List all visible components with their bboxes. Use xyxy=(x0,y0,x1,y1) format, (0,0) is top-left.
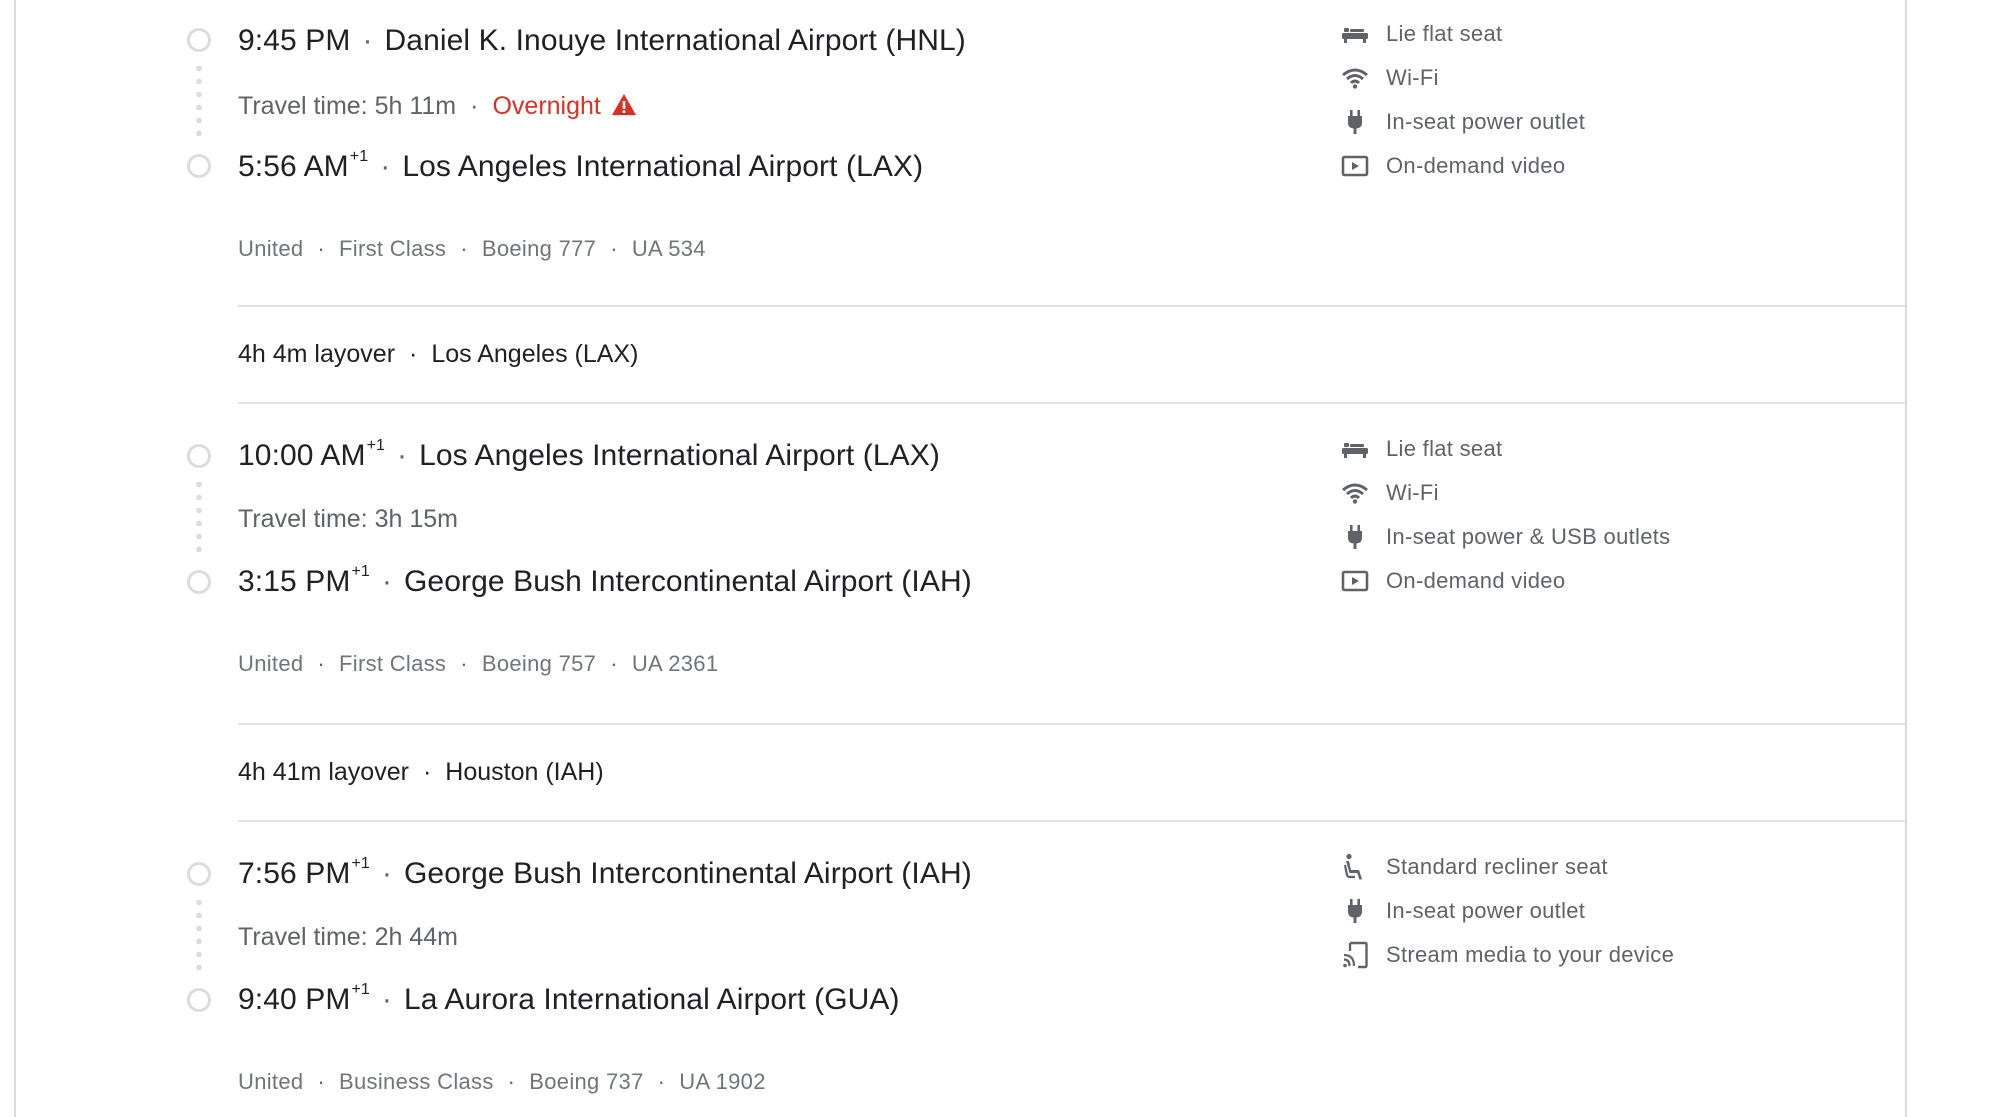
segment-timeline xyxy=(187,28,211,178)
layover-duration: 4h 41m layover xyxy=(238,758,409,786)
departure-time: 9:45 PM xyxy=(238,24,351,57)
recliner-seat-icon xyxy=(1340,852,1370,882)
layover-location: Houston (IAH) xyxy=(445,758,604,786)
on-demand-video-icon xyxy=(1340,151,1370,181)
flight-number: UA 534 xyxy=(631,236,706,261)
amenity-item: Wi-Fi xyxy=(1340,63,1439,93)
departure-row: 7:56 PM+1 · George Bush Intercontinental… xyxy=(238,855,972,890)
stream-media-icon xyxy=(1340,940,1370,970)
layover-location: Los Angeles (LAX) xyxy=(431,340,639,368)
cabin-class: First Class xyxy=(339,236,447,261)
segment-timeline xyxy=(187,862,211,1012)
amenity-label: Stream media to your device xyxy=(1386,942,1675,967)
amenity-item: Standard recliner seat xyxy=(1340,852,1608,882)
travel-time-row: Travel time: 3h 15m xyxy=(238,505,458,534)
timeline-dots xyxy=(196,62,202,142)
airline-name: United xyxy=(238,236,304,261)
arrival-marker xyxy=(187,154,211,178)
timeline-dots xyxy=(196,896,202,976)
lie-flat-seat-icon xyxy=(1340,434,1370,464)
airline-name: United xyxy=(238,651,304,676)
departure-marker xyxy=(187,444,211,468)
aircraft-type: Boeing 777 xyxy=(481,236,597,261)
amenity-item: On-demand video xyxy=(1340,151,1565,181)
departure-row: 10:00 AM+1 · Los Angeles International A… xyxy=(238,437,940,472)
flight-number: UA 2361 xyxy=(631,651,719,676)
amenity-item: On-demand video xyxy=(1340,566,1565,596)
segment-timeline xyxy=(187,444,211,594)
travel-time-row: Travel time: 5h 11m · Overnight xyxy=(238,90,637,121)
amenity-label: Lie flat seat xyxy=(1386,436,1503,461)
arrival-row: 9:40 PM+1 · La Aurora International Airp… xyxy=(238,981,900,1016)
amenity-item: In-seat power outlet xyxy=(1340,107,1585,137)
wifi-icon xyxy=(1340,478,1370,508)
airline-name: United xyxy=(238,1069,304,1094)
layover-duration: 4h 4m layover xyxy=(238,340,396,368)
flight-info-row: United · First Class · Boeing 777 · UA 5… xyxy=(238,236,706,261)
arrival-time: 5:56 AM+1 xyxy=(238,148,369,183)
timeline-dots xyxy=(196,478,202,558)
arrival-marker xyxy=(187,988,211,1012)
departure-time: 7:56 PM+1 xyxy=(238,855,370,890)
cabin-class: Business Class xyxy=(339,1069,494,1094)
amenity-label: On-demand video xyxy=(1386,568,1566,593)
flight-number: UA 1902 xyxy=(679,1069,766,1094)
amenity-label: In-seat power outlet xyxy=(1386,109,1586,134)
amenity-item: Lie flat seat xyxy=(1340,19,1502,49)
amenity-item: Wi-Fi xyxy=(1340,478,1439,508)
layover-1: 4h 4m layover · Los Angeles (LAX) xyxy=(238,305,1905,404)
amenity-label: In-seat power & USB outlets xyxy=(1386,524,1671,549)
travel-time: Travel time: 3h 15m xyxy=(238,505,458,533)
travel-time-row: Travel time: 2h 44m xyxy=(238,923,458,952)
overnight-label: Overnight xyxy=(492,92,601,120)
travel-time: Travel time: 2h 44m xyxy=(238,923,458,951)
amenity-label: On-demand video xyxy=(1386,153,1566,178)
flight-info-row: United · First Class · Boeing 757 · UA 2… xyxy=(238,651,719,676)
arrival-airport: George Bush Intercontinental Airport (IA… xyxy=(403,565,972,598)
travel-time: Travel time: 5h 11m xyxy=(238,92,457,120)
warning-icon xyxy=(611,93,637,124)
on-demand-video-icon xyxy=(1340,566,1370,596)
layover-2: 4h 41m layover · Houston (IAH) xyxy=(238,723,1905,822)
departure-airport: Los Angeles International Airport (LAX) xyxy=(419,439,940,472)
departure-airport: Daniel K. Inouye International Airport (… xyxy=(384,24,966,57)
arrival-row: 5:56 AM+1 · Los Angeles International Ai… xyxy=(238,148,924,183)
wifi-icon xyxy=(1340,63,1370,93)
power-outlet-icon xyxy=(1340,107,1370,137)
amenity-item: In-seat power & USB outlets xyxy=(1340,522,1670,552)
power-outlet-icon xyxy=(1340,896,1370,926)
departure-airport: George Bush Intercontinental Airport (IA… xyxy=(403,857,972,890)
departure-row: 9:45 PM · Daniel K. Inouye International… xyxy=(238,24,966,57)
amenity-label: In-seat power outlet xyxy=(1386,898,1586,923)
amenity-label: Wi-Fi xyxy=(1386,480,1439,505)
departure-marker xyxy=(187,862,211,886)
arrival-time: 9:40 PM+1 xyxy=(238,981,370,1016)
arrival-row: 3:15 PM+1 · George Bush Intercontinental… xyxy=(238,563,972,598)
aircraft-type: Boeing 757 xyxy=(481,651,597,676)
departure-marker xyxy=(187,28,211,52)
amenity-item: Stream media to your device xyxy=(1340,940,1674,970)
amenity-label: Standard recliner seat xyxy=(1386,854,1608,879)
cabin-class: First Class xyxy=(339,651,447,676)
amenity-label: Lie flat seat xyxy=(1386,21,1503,46)
power-outlet-icon xyxy=(1340,522,1370,552)
amenity-item: Lie flat seat xyxy=(1340,434,1502,464)
amenity-item: In-seat power outlet xyxy=(1340,896,1585,926)
arrival-time: 3:15 PM+1 xyxy=(238,563,370,598)
lie-flat-seat-icon xyxy=(1340,19,1370,49)
departure-time: 10:00 AM+1 xyxy=(238,437,386,472)
arrival-airport: La Aurora International Airport (GUA) xyxy=(403,983,900,1016)
aircraft-type: Boeing 737 xyxy=(529,1069,644,1094)
flight-info-row: United · Business Class · Boeing 737 · U… xyxy=(238,1069,766,1094)
arrival-airport: Los Angeles International Airport (LAX) xyxy=(402,150,924,183)
flight-details-card: 9:45 PM · Daniel K. Inouye International… xyxy=(14,0,1907,1117)
amenity-label: Wi-Fi xyxy=(1386,65,1439,90)
arrival-marker xyxy=(187,570,211,594)
